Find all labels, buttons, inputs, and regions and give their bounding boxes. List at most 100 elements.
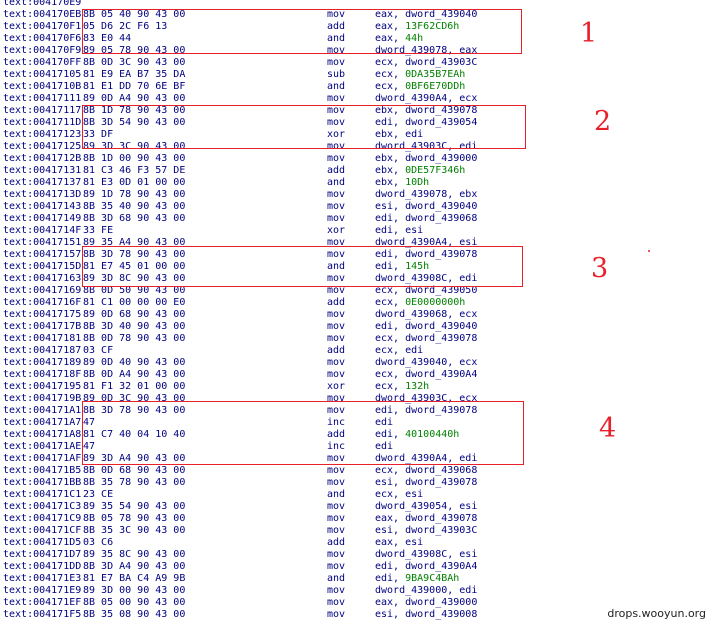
- row-operand-text: edi, dword_439040: [375, 321, 478, 332]
- row-address: text:00417123: [3, 129, 82, 140]
- row-opcode-bytes: 81 E7 45 01 00 00: [83, 261, 186, 272]
- row-opcode-bytes: 8B 35 3C 90 43 00: [83, 525, 186, 536]
- listing-row[interactable]: text:00417125 89 3D 3C 90 43 00 mov dword_4…: [0, 141, 710, 153]
- listing-row[interactable]: text:00417111 89 0D A4 90 43 00 mov dword_4…: [0, 93, 710, 105]
- row-address: text:004170E9: [3, 0, 82, 8]
- listing-row[interactable]: text:004171D5 03 C6 add eax, esi: [0, 537, 710, 549]
- row-mnemonic: mov: [327, 153, 346, 164]
- listing-row[interactable]: text:0041710B 81 E1 DD 70 6E BF and ecx, 0B…: [0, 81, 710, 93]
- row-operand-text: dword_439078, ebx: [375, 189, 478, 200]
- row-opcode-bytes: 89 1D 78 90 43 00: [83, 189, 186, 200]
- row-address: text:0041717B: [3, 321, 82, 332]
- row-mnemonic: sub: [327, 69, 346, 80]
- listing-row[interactable]: text:004170E9: [0, 0, 710, 9]
- row-operand-text: dword_43903C, edi: [375, 141, 478, 152]
- listing-row[interactable]: text:0041716F 81 C1 00 00 00 E0 add ecx, 0E…: [0, 297, 710, 309]
- listing-row[interactable]: text:004171AF 89 3D A4 90 43 00 mov dword_4…: [0, 453, 710, 465]
- row-address: text:0041710B: [3, 81, 82, 92]
- row-opcode-bytes: 83 E0 44: [83, 33, 132, 44]
- row-operands: ebx, 10Dh: [375, 177, 429, 189]
- row-operands: edi: [375, 417, 393, 429]
- row-operand-text: edi,: [375, 261, 406, 272]
- row-mnemonic: mov: [327, 393, 346, 404]
- row-operands: ecx, esi: [375, 489, 423, 501]
- listing-row[interactable]: text:004170F6 83 E0 44 and eax, 44h: [0, 33, 710, 45]
- listing-row[interactable]: text:00417137 81 E3 0D 01 00 00 and ebx, 10…: [0, 177, 710, 189]
- row-immediate-value: 0E0000000h: [405, 297, 466, 308]
- listing-row[interactable]: text:0041712B 8B 1D 00 90 43 00 mov ebx, dw…: [0, 153, 710, 165]
- row-mnemonic: mov: [327, 93, 346, 104]
- listing-row[interactable]: text:00417187 03 CF add ecx, edi: [0, 345, 710, 357]
- listing-row[interactable]: text:004171E3 81 E7 BA C4 A9 9B and edi, 9B…: [0, 573, 710, 585]
- listing-row[interactable]: text:004171EF 8B 05 00 90 43 00 mov eax, dw…: [0, 597, 710, 609]
- row-mnemonic: mov: [327, 333, 346, 344]
- listing-row[interactable]: text:004170FF 8B 0D 3C 90 43 00 mov ecx, dw…: [0, 57, 710, 69]
- row-address: text:004171E9: [3, 585, 82, 596]
- listing-row[interactable]: text:004171C3 89 35 54 90 43 00 mov dword_4…: [0, 501, 710, 513]
- row-operands: eax, 13F62CD6h: [375, 21, 459, 33]
- listing-row[interactable]: text:0041713D 89 1D 78 90 43 00 mov dword_4…: [0, 189, 710, 201]
- row-mnemonic: xor: [327, 129, 346, 140]
- row-address: text:00417149: [3, 213, 82, 224]
- row-mnemonic: mov: [327, 525, 346, 536]
- row-operand-text: ecx, dword_43903C: [375, 57, 478, 68]
- annotation-number-2: 2: [594, 106, 612, 137]
- listing-row[interactable]: text:00417189 89 0D 40 90 43 00 mov dword_4…: [0, 357, 710, 369]
- row-opcode-bytes: 81 E1 DD 70 6E BF: [83, 81, 186, 92]
- row-address: text:004171AF: [3, 453, 82, 464]
- row-operands: ecx, edi: [375, 345, 423, 357]
- listing-row[interactable]: text:00417195 81 F1 32 01 00 00 xor ecx, 13…: [0, 381, 710, 393]
- listing-row[interactable]: text:00417131 81 C3 46 F3 57 DE add ebx, 0D…: [0, 165, 710, 177]
- row-operand-text: edi, dword_4390A4: [375, 561, 478, 572]
- row-address: text:004171B5: [3, 465, 82, 476]
- row-operands: edi, 40100440h: [375, 429, 459, 441]
- listing-row[interactable]: text:004171DD 8B 3D A4 90 43 00 mov edi, dw…: [0, 561, 710, 573]
- row-operands: dword_439068, ecx: [375, 309, 477, 321]
- listing-row[interactable]: text:004171E9 89 3D 00 90 43 00 mov dword_4…: [0, 585, 710, 597]
- row-mnemonic: add: [327, 537, 346, 548]
- row-operands: dword_4390A4, ecx: [375, 93, 477, 105]
- row-operands: eax, dword_439000: [375, 597, 477, 609]
- row-mnemonic: and: [327, 573, 346, 584]
- row-operands: ecx, 0BF6E70DDh: [375, 81, 465, 93]
- listing-row[interactable]: text:00417105 81 E9 EA B7 35 DA sub ecx, 0D…: [0, 69, 710, 81]
- listing-row[interactable]: text:00417151 89 35 A4 90 43 00 mov dword_4…: [0, 237, 710, 249]
- row-address: text:004171CF: [3, 525, 82, 536]
- listing-row[interactable]: text:004171D7 89 35 8C 90 43 00 mov dword_4…: [0, 549, 710, 561]
- row-mnemonic: add: [327, 21, 346, 32]
- row-opcode-bytes: 8B 0D 3C 90 43 00: [83, 57, 186, 68]
- row-opcode-bytes: 81 E9 EA B7 35 DA: [83, 69, 186, 80]
- listing-row[interactable]: text:00417175 89 0D 68 90 43 00 mov dword_4…: [0, 309, 710, 321]
- listing-row[interactable]: text:004171C1 23 CE and ecx, esi: [0, 489, 710, 501]
- listing-row[interactable]: text:004171BB 8B 35 78 90 43 00 mov esi, dw…: [0, 477, 710, 489]
- row-mnemonic: add: [327, 345, 346, 356]
- row-opcode-bytes: 03 CF: [83, 345, 114, 356]
- listing-row[interactable]: text:004171CF 8B 35 3C 90 43 00 mov esi, dw…: [0, 525, 710, 537]
- listing-row[interactable]: text:004170F9 89 05 78 90 43 00 mov dword_4…: [0, 45, 710, 57]
- listing-row[interactable]: text:0041714F 33 FE xor edi, esi: [0, 225, 710, 237]
- row-operands: eax, esi: [375, 537, 423, 549]
- listing-row[interactable]: text:0041717B 8B 3D 40 90 43 00 mov edi, dw…: [0, 321, 710, 333]
- row-mnemonic: mov: [327, 9, 346, 20]
- row-address: text:00417195: [3, 381, 82, 392]
- row-opcode-bytes: 8B 05 78 90 43 00: [83, 513, 186, 524]
- row-address: text:00417157: [3, 249, 82, 260]
- listing-row[interactable]: text:004171B5 8B 0D 68 90 43 00 mov ecx, dw…: [0, 465, 710, 477]
- listing-row[interactable]: text:004170F1 05 D6 2C F6 13 add eax, 13F62…: [0, 21, 710, 33]
- listing-row[interactable]: text:0041718F 8B 0D A4 90 43 00 mov ecx, dw…: [0, 369, 710, 381]
- row-mnemonic: mov: [327, 453, 346, 464]
- listing-row[interactable]: text:004170EB 8B 05 40 90 43 00 mov eax, dw…: [0, 9, 710, 21]
- listing-row[interactable]: text:00417169 8B 0D 50 90 43 00 mov ecx, dw…: [0, 285, 710, 297]
- row-operands: edi, dword_439078: [375, 405, 477, 417]
- row-opcode-bytes: 8B 35 40 90 43 00: [83, 201, 186, 212]
- row-address: text:00417151: [3, 237, 82, 248]
- row-mnemonic: mov: [327, 321, 346, 332]
- listing-row[interactable]: text:00417143 8B 35 40 90 43 00 mov esi, dw…: [0, 201, 710, 213]
- listing-row[interactable]: text:00417149 8B 3D 68 90 43 00 mov edi, dw…: [0, 213, 710, 225]
- row-address: text:004171EF: [3, 597, 82, 608]
- listing-row[interactable]: text:004171C9 8B 05 78 90 43 00 mov eax, dw…: [0, 513, 710, 525]
- listing-row[interactable]: text:0041719B 89 0D 3C 90 43 00 mov dword_4…: [0, 393, 710, 405]
- listing-row[interactable]: text:004171F5 8B 35 08 90 43 00 mov esi, dw…: [0, 609, 710, 621]
- listing-row[interactable]: text:00417181 8B 0D 78 90 43 00 mov ecx, dw…: [0, 333, 710, 345]
- row-address: text:0041715D: [3, 261, 82, 272]
